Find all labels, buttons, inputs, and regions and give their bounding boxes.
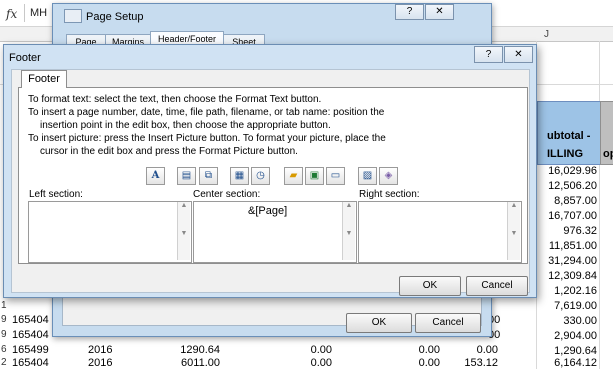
center-section-label: Center section: xyxy=(193,189,261,200)
subtotal-cell[interactable]: 12,506.20 xyxy=(527,180,597,192)
right-section-scrollbar[interactable]: ▲ ▼ xyxy=(507,202,520,260)
year-cell[interactable]: 2016 xyxy=(88,357,112,369)
page-setup-ok-button[interactable]: OK xyxy=(346,313,412,333)
help-button[interactable]: ? xyxy=(395,4,424,20)
instruction-line: cursor in the edit box and press the For… xyxy=(40,146,298,157)
subtotal-cell[interactable]: 976.32 xyxy=(527,225,597,237)
instruction-line: To insert a page number, date, time, fil… xyxy=(28,107,385,118)
number-of-pages-icon[interactable]: ⧉ xyxy=(199,167,218,185)
row-number[interactable]: 9 xyxy=(1,314,7,325)
footer-close-button[interactable]: ✕ xyxy=(504,46,533,63)
instruction-line: To insert picture: press the Insert Pict… xyxy=(28,133,386,144)
footer-cancel-button[interactable]: Cancel xyxy=(466,276,528,296)
grid-line xyxy=(599,41,600,369)
next-header-text: op xyxy=(603,148,613,160)
column-header-j[interactable]: J xyxy=(544,29,549,40)
right-section-label: Right section: xyxy=(359,189,420,200)
formula-bar-divider xyxy=(24,4,25,22)
subtotal-cell[interactable]: 7,619.00 xyxy=(527,300,597,312)
row-number[interactable]: 6 xyxy=(1,344,7,355)
instruction-line: insertion point in the edit box, then ch… xyxy=(40,120,331,131)
fx-icon: fx xyxy=(6,7,18,21)
row-number[interactable]: 1 xyxy=(1,300,7,311)
file-path-icon[interactable]: ▰ xyxy=(284,167,303,185)
close-button[interactable]: ✕ xyxy=(425,4,454,20)
id-cell[interactable]: 165404 xyxy=(12,314,49,326)
page-setup-cancel-button[interactable]: Cancel xyxy=(415,313,481,333)
value-cell[interactable]: 6011.00 xyxy=(150,357,220,369)
subtotal-header-line1: ubtotal - xyxy=(547,130,591,142)
subtotal-cell[interactable]: 2,904.00 xyxy=(527,330,597,342)
instruction-line: To format text: select the text, then ch… xyxy=(28,94,322,105)
value-cell[interactable]: 0.00 xyxy=(262,344,332,356)
format-picture-icon[interactable]: ◈ xyxy=(379,167,398,185)
id-cell[interactable]: 165404 xyxy=(12,357,49,369)
id-cell[interactable]: 165404 xyxy=(12,329,49,341)
subtotal-cell[interactable]: 6,164.12 xyxy=(527,357,597,369)
subtotal-cell[interactable]: 1,202.16 xyxy=(527,285,597,297)
footer-ok-button[interactable]: OK xyxy=(399,276,461,296)
left-section-scrollbar[interactable]: ▲ ▼ xyxy=(177,202,190,260)
subtotal-cell[interactable]: 1,290.64 xyxy=(527,345,597,357)
value-cell[interactable]: 1290.64 xyxy=(150,344,220,356)
subtotal-cell[interactable]: 8,857.00 xyxy=(527,195,597,207)
tab-footer[interactable]: Footer xyxy=(21,70,67,88)
subtotal-cell[interactable]: 16,707.00 xyxy=(527,210,597,222)
row-number[interactable]: 2 xyxy=(1,357,7,368)
footer-help-button[interactable]: ? xyxy=(474,46,503,63)
value-cell[interactable]: 153.12 xyxy=(428,357,498,369)
subtotal-cell[interactable]: 12,309.84 xyxy=(527,270,597,282)
page-setup-icon xyxy=(64,9,82,23)
subtotal-cell[interactable]: 11,851.00 xyxy=(527,240,597,252)
page-setup-title: Page Setup xyxy=(86,11,144,23)
row-number[interactable]: 9 xyxy=(1,329,7,340)
id-cell[interactable]: 165499 xyxy=(12,344,49,356)
date-icon[interactable]: ▦ xyxy=(230,167,249,185)
subtotal-cell[interactable]: 330.00 xyxy=(527,315,597,327)
right-section-input[interactable] xyxy=(358,201,522,263)
page-number-icon[interactable]: ▤ xyxy=(177,167,196,185)
format-text-icon[interactable]: A xyxy=(146,167,165,185)
formula-content[interactable]: MH xyxy=(30,7,47,19)
insert-picture-icon[interactable]: ▨ xyxy=(358,167,377,185)
subtotal-header-line2: ILLING xyxy=(547,148,584,160)
filename-icon[interactable]: ▣ xyxy=(305,167,324,185)
footer-dialog-title: Footer xyxy=(9,52,41,64)
year-cell[interactable]: 2016 xyxy=(88,344,112,356)
value-cell[interactable]: 0.00 xyxy=(262,357,332,369)
time-icon[interactable]: ◷ xyxy=(251,167,270,185)
left-section-input[interactable] xyxy=(28,201,192,263)
left-section-label: Left section: xyxy=(29,189,83,200)
subtotal-cell[interactable]: 31,294.00 xyxy=(527,255,597,267)
center-section-scrollbar[interactable]: ▲ ▼ xyxy=(342,202,355,260)
sheet-name-icon[interactable]: ▭ xyxy=(326,167,345,185)
center-section-value[interactable]: &[Page] xyxy=(248,205,287,217)
subtotal-cell[interactable]: 16,029.96 xyxy=(527,165,597,177)
value-cell[interactable]: 0.00 xyxy=(428,344,498,356)
